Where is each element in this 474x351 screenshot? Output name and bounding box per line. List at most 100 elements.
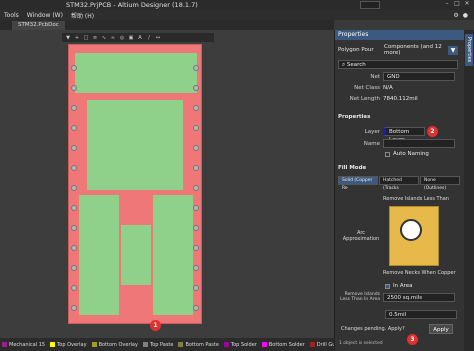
remove-islands-value-row: Remove Islands Less Than In Area 2500 sq… — [335, 292, 465, 302]
active-bar: ▼ + □ ≡ ∿ ≈ ◎ ▣ A / ↔ — [62, 33, 214, 42]
layer-tab[interactable]: Bottom Paste — [178, 342, 219, 348]
object-type-label: Polygon Pour — [338, 47, 374, 53]
menu-right-icons: ⚙ ● — [453, 12, 468, 19]
pad — [71, 125, 77, 131]
fill-mode-hatched[interactable]: Hatched (Tracks — [379, 176, 419, 191]
measure-icon[interactable]: ↔ — [155, 35, 161, 41]
arc-approximation-label: Arc Approximation — [342, 230, 380, 242]
select-icon[interactable]: □ — [83, 35, 89, 41]
pad — [193, 305, 199, 311]
layer-swatch — [178, 342, 184, 347]
apply-button[interactable]: Apply — [429, 324, 453, 334]
menu-item-tools[interactable]: Tools — [4, 12, 19, 19]
layer-tab[interactable]: Top Paste — [142, 342, 173, 348]
tab-pcb-document[interactable]: STM32.PcbDoc — [12, 21, 65, 30]
layer-tab[interactable]: Top Overlay — [50, 342, 87, 348]
maximize-icon[interactable]: □ — [452, 0, 462, 9]
route-icon[interactable]: ∿ — [101, 35, 107, 41]
copper-pour-region — [121, 225, 151, 285]
layer-select[interactable]: Bottom Layer — [383, 127, 425, 143]
close-icon[interactable]: ✕ — [462, 0, 472, 9]
arc-approximation-input[interactable]: 0.5mil — [385, 310, 457, 319]
add-icon[interactable]: + — [74, 35, 80, 41]
filter-icon[interactable]: ▼ — [448, 45, 458, 55]
minimize-icon[interactable]: – — [442, 0, 452, 9]
menu-bar: Tools Window (W) 帮助 (H) ⚙ ● — [0, 10, 474, 20]
remove-islands-label: Remove Islands Less Than — [383, 196, 449, 202]
align-icon[interactable]: ≡ — [92, 35, 98, 41]
fill-mode-solid[interactable]: Solid (Copper Re — [338, 176, 378, 191]
layer-row: Layer Bottom Layer 2 — [335, 126, 465, 143]
arc-approx-value-row: 0.5mil — [335, 310, 465, 319]
pad — [71, 225, 77, 231]
text-icon[interactable]: A — [137, 35, 143, 41]
pad — [193, 225, 199, 231]
pad — [193, 145, 199, 151]
properties-section-header[interactable]: Properties — [338, 114, 370, 120]
selection-row: Polygon Pour Components (and 12 more) ▼ — [335, 44, 465, 56]
net-class-value: N/A — [383, 85, 393, 91]
pad — [71, 205, 77, 211]
pad — [193, 185, 199, 191]
net-select[interactable]: GND — [383, 72, 455, 81]
pad — [71, 105, 77, 111]
layer-tab[interactable]: Mechanical 15 — [2, 342, 45, 348]
pad — [193, 65, 199, 71]
changes-pending-text: Changes pending. Apply? — [341, 326, 405, 332]
menu-item-help[interactable]: 帮助 (H) — [71, 11, 94, 20]
properties-panel: Properties Polygon Pour Components (and … — [334, 30, 464, 351]
pad — [193, 165, 199, 171]
diff-pair-icon[interactable]: ≈ — [110, 35, 116, 41]
layer-swatch — [309, 342, 315, 347]
pad — [71, 305, 77, 311]
copper-pour-region — [87, 100, 183, 190]
selection-status: 1 object is selected — [339, 341, 383, 346]
filter-icon[interactable]: ▼ — [65, 35, 71, 41]
remove-islands-input[interactable]: 2500 sq.mils — [383, 292, 455, 302]
remove-necks-label: Remove Necks When Copper — [383, 270, 456, 276]
layer-swatch — [142, 342, 148, 347]
pad — [193, 105, 199, 111]
title-bar: STM32.PrjPCB - Altium Designer (18.1.7) … — [0, 0, 474, 10]
copper-pour-region — [75, 53, 197, 93]
fill-mode-illustration — [389, 206, 439, 266]
auto-naming-checkbox[interactable] — [385, 151, 390, 157]
layer-tab[interactable]: Bottom Solder — [261, 342, 305, 348]
layer-swatch — [2, 342, 7, 347]
window-title: STM32.PrjPCB - Altium Designer (18.1.7) — [66, 1, 198, 9]
layer-tab[interactable]: Top Solder — [223, 342, 257, 348]
line-icon[interactable]: / — [146, 35, 152, 41]
fill-mode-none[interactable]: None (Outlines) — [420, 176, 460, 191]
right-sidebar: Properties — [464, 30, 474, 351]
net-length-row: Net Length 7840.112mil — [349, 96, 418, 102]
name-input[interactable] — [383, 139, 455, 148]
board-marker: 1 — [150, 320, 161, 331]
pad — [71, 185, 77, 191]
pcb-canvas[interactable]: ▼ + □ ≡ ∿ ≈ ◎ ▣ A / ↔ 1 — [0, 30, 334, 338]
pad — [193, 245, 199, 251]
gear-icon[interactable]: ⚙ — [453, 12, 458, 19]
search-input[interactable]: ⌕ Search — [338, 60, 458, 69]
search-box[interactable] — [360, 1, 380, 9]
tab-properties[interactable]: Properties — [465, 34, 473, 66]
menu-item-window[interactable]: Window (W) — [27, 12, 63, 19]
pad — [193, 265, 199, 271]
in-area-checkbox[interactable] — [385, 283, 390, 289]
polygon-icon[interactable]: ▣ — [128, 35, 134, 41]
layer-tab[interactable]: Bottom Overlay — [91, 342, 138, 348]
user-icon[interactable]: ● — [463, 12, 468, 19]
via-icon[interactable]: ◎ — [119, 35, 125, 41]
fill-mode-section-header[interactable]: Fill Mode — [338, 165, 366, 171]
layer-marker: 2 — [427, 126, 438, 137]
pad — [71, 265, 77, 271]
pad — [71, 85, 77, 91]
layer-swatch — [91, 342, 97, 347]
net-row: Net GND — [335, 72, 465, 81]
pad — [71, 165, 77, 171]
net-class-row: Net Class N/A — [354, 85, 393, 91]
pcb-board[interactable] — [68, 44, 202, 324]
pad — [71, 145, 77, 151]
layer-swatch — [261, 342, 267, 347]
in-area-row: In Area — [335, 283, 465, 289]
components-filter[interactable]: Components (and 12 more) — [384, 44, 448, 56]
